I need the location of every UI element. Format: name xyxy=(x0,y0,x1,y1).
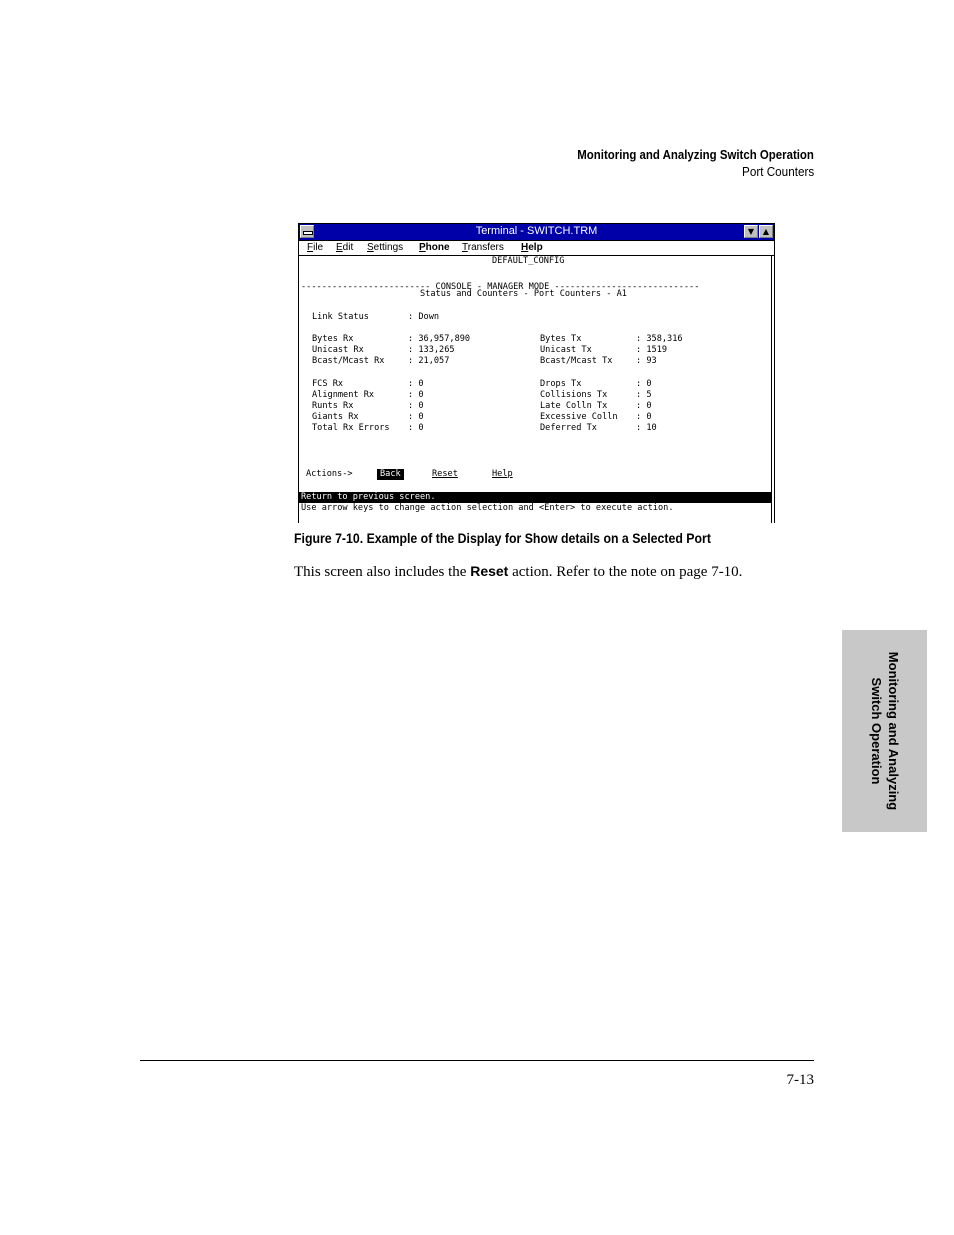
counter-label: Bcast/Mcast Tx xyxy=(540,356,613,366)
terminal-screen: DEFAULT_CONFIG -------------------------… xyxy=(299,256,772,523)
error-value: : 0 xyxy=(636,379,652,389)
chapter-side-tab: Monitoring and Analyzing Switch Operatio… xyxy=(842,630,927,832)
error-value: : 0 xyxy=(408,412,424,422)
error-value: : 0 xyxy=(636,401,652,411)
figure-caption: Figure 7-10. Example of the Display for … xyxy=(294,530,711,546)
maximize-button[interactable]: ▲ xyxy=(759,225,773,238)
menu-file[interactable]: File xyxy=(307,241,323,255)
counter-value: : 36,957,890 xyxy=(408,334,471,344)
side-tab-line2: Switch Operation xyxy=(868,677,884,785)
link-status-value: : Down xyxy=(408,312,440,322)
counter-label: Unicast Rx xyxy=(312,345,364,355)
error-value: : 5 xyxy=(636,390,652,400)
action-reset-button[interactable]: Reset xyxy=(432,469,458,480)
error-label: FCS Rx xyxy=(312,379,344,389)
error-label: Alignment Rx xyxy=(312,390,375,400)
counter-label: Bytes Tx xyxy=(540,334,582,344)
actions-label: Actions-> xyxy=(306,469,353,479)
link-status-label: Link Status xyxy=(312,312,369,322)
counter-value: : 21,057 xyxy=(408,356,450,366)
body-text-before: This screen also includes the xyxy=(294,564,471,580)
error-label: Collisions Tx xyxy=(540,390,608,400)
counter-value: : 1519 xyxy=(636,345,668,355)
status-message: Return to previous screen. xyxy=(301,492,436,502)
error-value: : 0 xyxy=(408,423,424,433)
action-help-button[interactable]: Help xyxy=(492,469,513,480)
footer-rule xyxy=(140,1060,814,1061)
running-header-subtitle: Port Counters xyxy=(741,164,814,179)
error-value: : 0 xyxy=(408,390,424,400)
menu-settings[interactable]: Settings xyxy=(367,241,403,255)
menu-bar: File Edit Settings Phone Transfers Help xyxy=(299,241,774,256)
error-label: Drops Tx xyxy=(540,379,582,389)
counter-value: : 358,316 xyxy=(636,334,683,344)
title-bar: Terminal - SWITCH.TRM ▼ ▲ xyxy=(299,224,774,241)
error-value: : 0 xyxy=(408,379,424,389)
error-value: : 0 xyxy=(408,401,424,411)
counter-label: Bcast/Mcast Rx xyxy=(312,356,385,366)
counter-label: Unicast Tx xyxy=(540,345,592,355)
side-tab-line1: Monitoring and Analyzing xyxy=(885,651,901,811)
menu-edit[interactable]: Edit xyxy=(336,241,353,255)
menu-phone[interactable]: Phone xyxy=(419,241,450,255)
terminal-window: Terminal - SWITCH.TRM ▼ ▲ File Edit Sett… xyxy=(298,223,775,523)
menu-help[interactable]: Help xyxy=(521,241,543,255)
window-title: Terminal - SWITCH.TRM xyxy=(475,225,598,237)
error-label: Runts Rx xyxy=(312,401,354,411)
page-number: 7-13 xyxy=(786,1072,815,1088)
side-tab-text: Monitoring and Analyzing Switch Operatio… xyxy=(868,631,902,831)
error-value: : 10 xyxy=(636,423,657,433)
error-label: Giants Rx xyxy=(312,412,359,422)
action-back-button[interactable]: Back xyxy=(377,469,404,480)
help-message: Use arrow keys to change action selectio… xyxy=(301,503,674,513)
error-label: Excessive Colln xyxy=(540,412,618,422)
error-label: Deferred Tx xyxy=(540,423,597,433)
body-text-after: action. Refer to the note on page 7-10. xyxy=(508,564,743,580)
reset-keyword: Reset xyxy=(470,563,509,579)
config-name: DEFAULT_CONFIG xyxy=(492,256,565,266)
status-bar: Return to previous screen. xyxy=(299,492,771,503)
error-label: Total Rx Errors xyxy=(312,423,390,433)
running-header-title: Monitoring and Analyzing Switch Operatio… xyxy=(577,147,814,162)
menu-transfers[interactable]: Transfers xyxy=(462,241,504,255)
screen-title: Status and Counters - Port Counters - A1 xyxy=(420,289,627,299)
error-value: : 0 xyxy=(636,412,652,422)
error-label: Late Colln Tx xyxy=(540,401,608,411)
counter-value: : 133,265 xyxy=(408,345,455,355)
body-paragraph: This screen also includes the Reset acti… xyxy=(294,563,742,581)
counter-label: Bytes Rx xyxy=(312,334,354,344)
counter-value: : 93 xyxy=(636,356,657,366)
minimize-button[interactable]: ▼ xyxy=(744,225,758,238)
